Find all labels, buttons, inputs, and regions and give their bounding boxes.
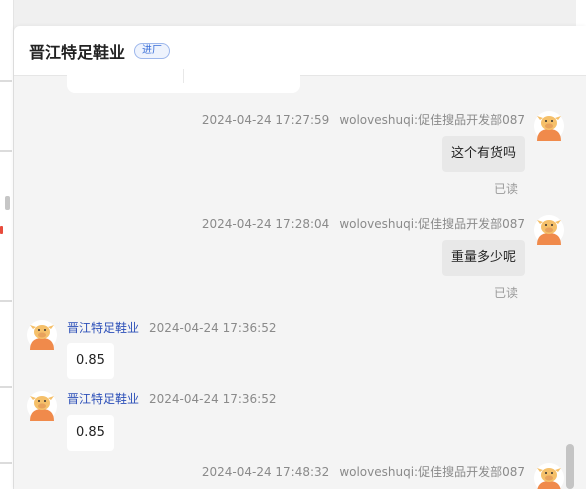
previous-message-card [67,69,300,93]
message-meta: 2024-04-24 17:28:04 woloveshuqi:促佳搜品开发部08… [202,215,525,232]
divider [0,386,12,388]
cartoon-cow-avatar-icon[interactable] [27,320,57,350]
message-meta: 2024-04-24 17:27:59 woloveshuqi:促佳搜品开发部08… [202,111,525,128]
message-meta: 2024-04-24 17:48:32 woloveshuqi:促佳搜品开发部08… [202,463,525,480]
divider [0,150,12,152]
message-sender: woloveshuqi:促佳搜品开发部087 [339,113,525,127]
left-scrollbar-thumb[interactable] [5,196,10,210]
status-badge[interactable]: 进厂 [134,42,171,59]
message-timestamp: 2024-04-24 17:36:52 [149,392,277,406]
message-sender: woloveshuqi:促佳搜品开发部087 [339,465,525,479]
read-status: 已读 [493,182,518,196]
message-meta: 晋江特足鞋业 2024-04-24 17:36:52 [67,390,276,407]
message-bubble[interactable]: 重量多少呢 [441,240,525,276]
message-bubble[interactable]: 0.85 [67,415,114,451]
message-bubble[interactable]: 这个有货吗 [441,136,525,172]
chat-title: 晋江特足鞋业 [29,42,126,62]
unread-indicator [0,226,3,234]
message-sender[interactable]: 晋江特足鞋业 [67,392,139,406]
message-list[interactable]: 2024-04-24 17:27:59 woloveshuqi:促佳搜品开发部08… [14,69,586,489]
cartoon-cow-avatar-icon[interactable] [534,463,564,489]
chat-panel: 晋江特足鞋业 进厂 2024-04-24 17:27:59 woloveshuqi… [14,26,586,489]
cartoon-cow-avatar-icon[interactable] [534,215,564,245]
cartoon-cow-avatar-icon[interactable] [27,391,57,421]
message-timestamp: 2024-04-24 17:36:52 [149,321,277,335]
message-timestamp: 2024-04-24 17:28:04 [201,217,330,231]
cartoon-cow-avatar-icon[interactable] [534,111,564,141]
message-bubble[interactable]: 0.85 [67,343,114,379]
chat-scrollbar-thumb[interactable] [566,444,574,489]
message-sender[interactable]: 晋江特足鞋业 [67,321,139,335]
read-status: 已读 [493,286,518,300]
message-timestamp: 2024-04-24 17:48:32 [201,465,330,479]
message-sender: woloveshuqi:促佳搜品开发部087 [339,217,525,231]
divider [0,300,12,302]
divider [0,80,12,82]
message-meta: 晋江特足鞋业 2024-04-24 17:36:52 [67,319,276,336]
divider [0,462,12,464]
left-sidebar-strip [0,0,14,489]
message-timestamp: 2024-04-24 17:27:59 [201,113,330,127]
